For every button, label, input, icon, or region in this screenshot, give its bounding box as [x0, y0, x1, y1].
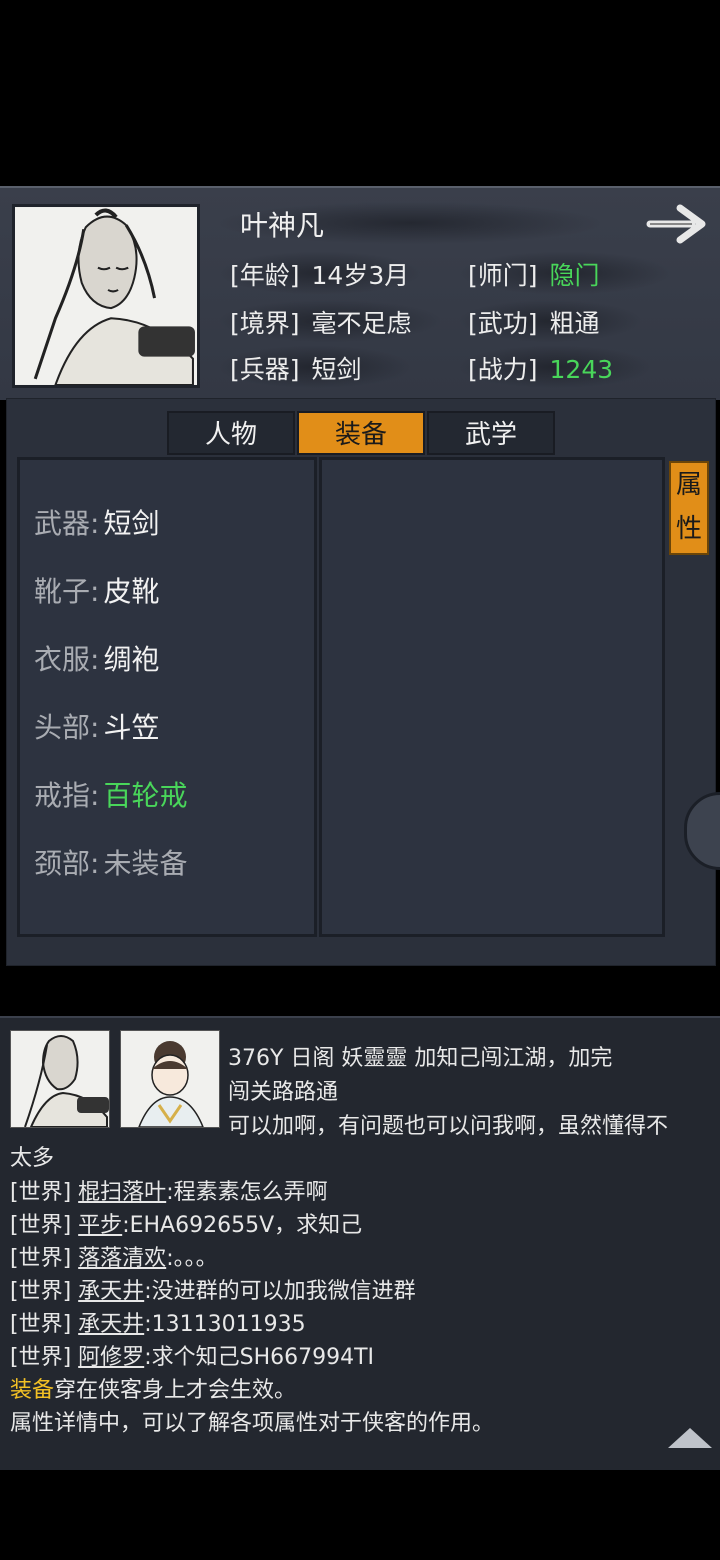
girl-avatar-illustration [121, 1031, 219, 1127]
chat-message: [世界] 承天井:13113011935 [10, 1312, 306, 1337]
character-header: 叶神凡 [年龄] 14岁3月 [师门] 隐门 [境界] 毫不足虑 [武功] 粗通 [兵器… [0, 186, 720, 400]
tab-equipment[interactable]: 装备 [297, 411, 425, 455]
attributes-tab[interactable]: 属性 [669, 461, 709, 555]
slot-clothes[interactable]: 衣服: 绸袍 [34, 638, 159, 678]
chat-username[interactable]: 承天井 [78, 1279, 144, 1304]
stat-power: [战力] 1243 [468, 355, 614, 384]
chat-line-partial: 376Y 日阁 妖靈靈 加知己闯江湖，加完 [228, 1046, 613, 1071]
system-tip: 装备穿在侠客身上才会生效。 [10, 1378, 297, 1403]
chat-line-partial: 可以加啊，有问题也可以问我啊，虽然懂得不 [228, 1114, 669, 1139]
stat-realm: [境界] 毫不足虑 [230, 309, 412, 338]
character-name: 叶神凡 [240, 209, 325, 242]
chat-username[interactable]: 落落清欢 [78, 1246, 166, 1271]
character-portrait[interactable] [12, 204, 200, 388]
chat-log: 376Y 日阁 妖靈靈 加知己闯江湖，加完 闯关路路通 可以加啊，有问题也可以问… [0, 1016, 720, 1470]
chat-username[interactable]: 阿修罗 [78, 1345, 144, 1370]
portrait-illustration [15, 207, 197, 385]
hero-avatar-illustration [11, 1031, 109, 1127]
slot-neck[interactable]: 颈部: 未装备 [34, 842, 187, 882]
slot-weapon[interactable]: 武器: 短剑 [34, 502, 159, 542]
chat-avatar-hero[interactable] [10, 1030, 110, 1128]
chat-message: [世界] 承天井:没进群的可以加我微信进群 [10, 1279, 416, 1304]
item-detail-area [319, 457, 665, 937]
slot-ring[interactable]: 戒指: 百轮戒 [34, 774, 187, 814]
tab-martial-arts[interactable]: 武学 [427, 411, 555, 455]
stat-weapon: [兵器] 短剑 [230, 355, 362, 384]
chat-message: [世界] 阿修罗:求个知己SH667994TI [10, 1345, 375, 1370]
system-tip: 属性详情中，可以了解各项属性对于侠客的作用。 [10, 1411, 495, 1436]
equipment-panel: 人物 装备 武学 武器: 短剑 靴子: 皮靴 衣服: 绸袍 头部: 斗笠 戒指: 百轮戒 … [6, 398, 716, 966]
slot-head[interactable]: 头部: 斗笠 [34, 706, 159, 746]
chat-username[interactable]: 平步 [78, 1213, 122, 1238]
slot-boots[interactable]: 靴子: 皮靴 [34, 570, 159, 610]
scroll-up-icon[interactable] [668, 1428, 712, 1448]
chat-message: [世界] 平步:EHA692655V，求知己 [10, 1213, 363, 1238]
chat-message: [世界] 棍扫落叶:程素素怎么弄啊 [10, 1180, 328, 1205]
chat-username[interactable]: 棍扫落叶 [78, 1180, 166, 1205]
attributes-tab-label: 属性 [676, 470, 703, 544]
chat-message: [世界] 落落清欢:。。。 [10, 1246, 218, 1271]
chat-username[interactable]: 承天井 [78, 1312, 144, 1337]
stat-age: [年龄] 14岁3月 [230, 261, 410, 290]
chat-line-partial: 闯关路路通 [228, 1080, 339, 1105]
chat-line-partial: 太多 [10, 1146, 55, 1171]
chat-avatar-girl[interactable] [120, 1030, 220, 1128]
stat-sect: [师门] 隐门 [468, 261, 600, 290]
equipment-list: 武器: 短剑 靴子: 皮靴 衣服: 绸袍 头部: 斗笠 戒指: 百轮戒 颈部: 未装备 [17, 457, 317, 937]
next-arrow-icon[interactable] [646, 202, 710, 246]
tab-bar: 人物 装备 武学 [167, 411, 557, 455]
stat-martial: [武功] 粗通 [468, 309, 600, 338]
tab-character[interactable]: 人物 [167, 411, 295, 455]
